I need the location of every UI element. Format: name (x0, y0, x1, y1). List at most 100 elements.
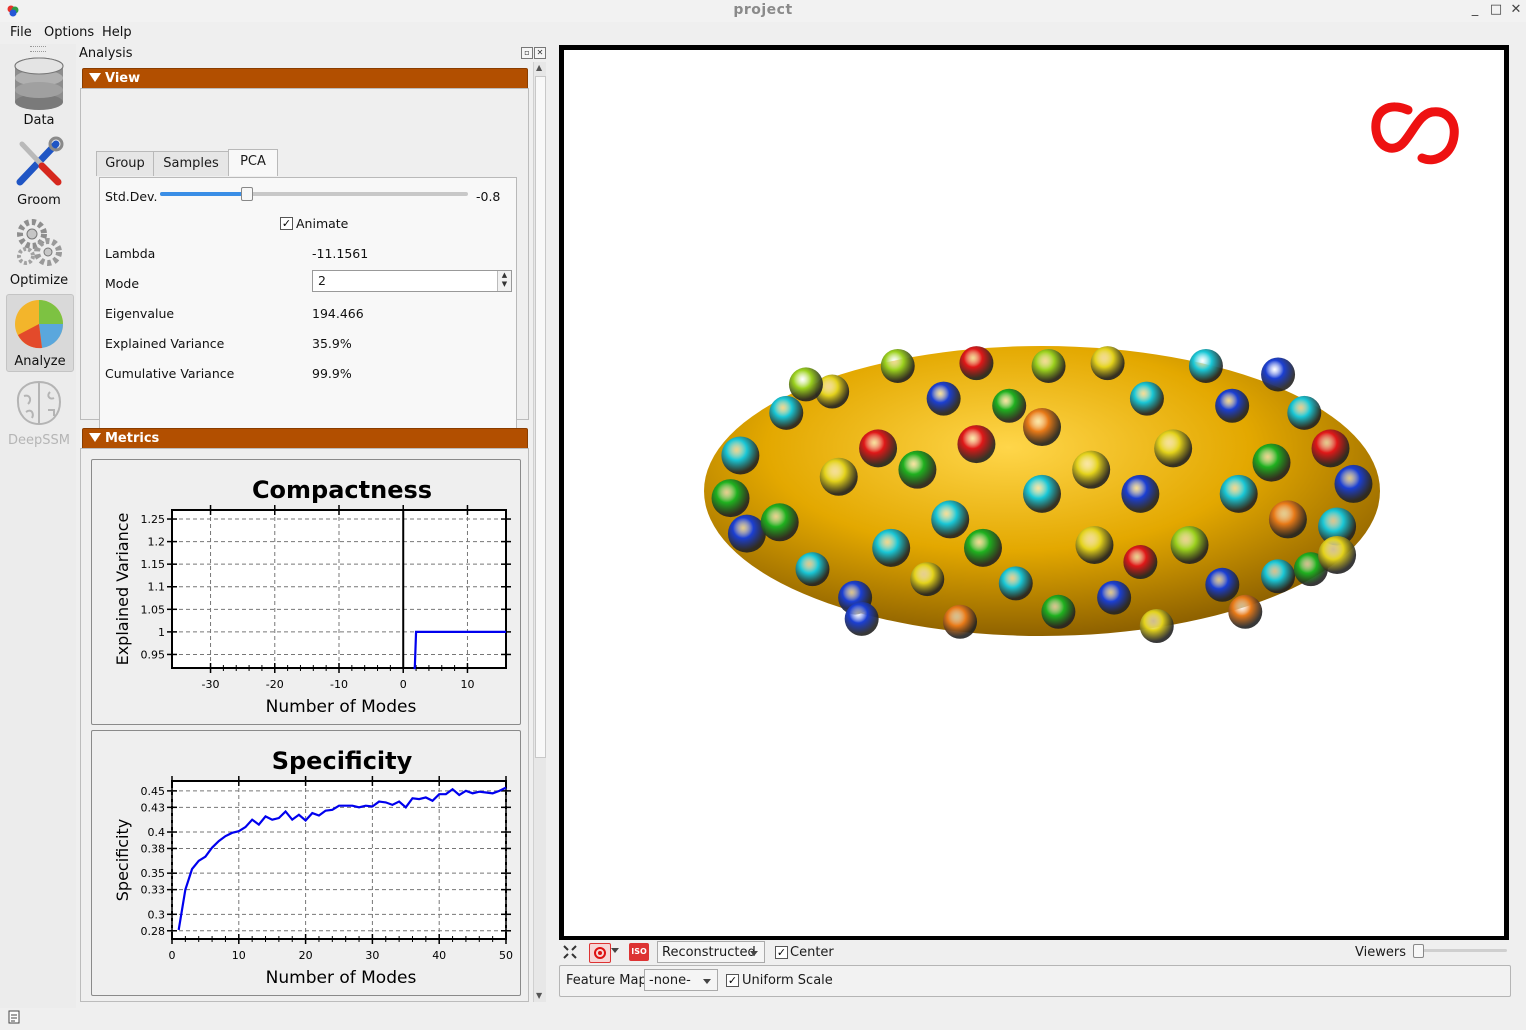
y-tick-label: 0.3 (148, 908, 166, 921)
feature-map-combo[interactable]: -none- (644, 969, 718, 991)
specificity-chart-box: Specificity 0 10 20 30 40 50 0.28 0.3 0.33 0.35 0.3… (91, 730, 521, 996)
iso-surface-icon[interactable]: ISO (629, 943, 649, 961)
tab-samples[interactable]: Samples (153, 151, 229, 176)
y-tick-label: 1.15 (141, 558, 166, 571)
toolbar-label-data: Data (23, 113, 55, 128)
x-tick-label: -30 (202, 678, 220, 691)
scroll-thumb[interactable] (535, 76, 546, 758)
toolbar-item-groom[interactable]: Groom (6, 134, 72, 210)
camera-dropdown-icon[interactable] (611, 948, 619, 953)
maximize-icon[interactable]: □ (1487, 2, 1505, 17)
x-tick-label: 10 (460, 678, 474, 691)
uniform-scale-label: Uniform Scale (742, 973, 833, 988)
particle-sphere (898, 450, 937, 489)
viewer-toolbar: ISO Reconstructed ✓ Center Viewers (559, 940, 1526, 966)
x-tick-label: 0 (400, 678, 407, 691)
y-axis-label: Explained Variance (113, 513, 132, 666)
3d-viewer[interactable] (559, 45, 1509, 940)
pca-tab-pane: Std.Dev. -0.8 ✓ Animate Lambda -11.1561 … (99, 177, 517, 449)
compactness-chart-box: Compactness -30 -20 -10 0 10 0.95 1 1.05 1.1 1.15 1… (91, 459, 521, 725)
metrics-section-title: Metrics (105, 431, 160, 446)
y-tick-label: 1 (158, 626, 165, 639)
toolbar-label-optimize: Optimize (9, 273, 69, 288)
menu-file[interactable]: File (10, 25, 32, 40)
animate-checkbox[interactable]: ✓ (280, 217, 293, 230)
dock-scrollbar[interactable]: ▲ ▼ (533, 62, 546, 1002)
particle-sphere (1075, 525, 1114, 564)
feature-map-label: Feature Map (566, 973, 647, 988)
y-tick-label: 1.2 (148, 536, 166, 549)
toolbar-label-groom: Groom (17, 193, 61, 208)
toolbar-item-analyze[interactable]: Analyze (6, 294, 74, 372)
viewer-canvas[interactable] (564, 50, 1504, 936)
particle-sphere (1318, 535, 1357, 574)
dock-title: Analysis (79, 46, 133, 61)
metrics-section-header[interactable]: Metrics (82, 428, 528, 450)
tab-group[interactable]: Group (96, 151, 154, 176)
viewers-slider[interactable] (1413, 944, 1507, 958)
y-axis-label: Specificity (113, 819, 132, 901)
particle-sphere (957, 425, 996, 464)
chevron-down-icon (750, 951, 758, 956)
particle-sphere (1287, 395, 1322, 430)
particle-sphere (1261, 357, 1296, 392)
scroll-up-icon[interactable]: ▲ (536, 63, 542, 72)
uniform-scale-checkbox[interactable]: ✓ (726, 974, 739, 987)
std-dev-slider[interactable] (160, 187, 468, 201)
view-section-header[interactable]: View (82, 68, 528, 90)
scroll-down-icon[interactable]: ▼ (536, 991, 542, 1000)
feature-bar: Feature Map -none- ✓ Uniform Scale (559, 965, 1511, 997)
toolbar-item-optimize[interactable]: Optimize (6, 214, 72, 290)
tab-pca[interactable]: PCA (228, 149, 278, 176)
slider-handle[interactable] (241, 187, 254, 201)
particle-sphere (943, 604, 978, 639)
close-icon[interactable]: ✕ (1507, 2, 1525, 17)
particle-sphere (1170, 525, 1209, 564)
dock-float-icon[interactable]: ▫ (521, 47, 533, 59)
particle-sphere (788, 367, 823, 402)
viewers-slider-handle[interactable] (1413, 944, 1424, 958)
particle-sphere (992, 388, 1027, 423)
mode-spinbox[interactable]: 2 ▲ ▼ (312, 270, 512, 292)
particle-sphere (1268, 500, 1307, 539)
x-tick-label: 10 (232, 949, 246, 962)
display-mode-combo[interactable]: Reconstructed (657, 941, 765, 963)
view-section-title: View (105, 71, 141, 86)
center-checkbox[interactable]: ✓ (775, 946, 788, 959)
camera-icon[interactable] (589, 943, 611, 963)
shapeworks-logo-icon (1371, 102, 1459, 165)
metrics-panel: Compactness -30 -20 -10 0 10 0.95 1 1.05 1.1 1.15 1… (80, 448, 529, 1002)
toolbar-item-deepssm[interactable]: DeepSSM (6, 374, 72, 450)
log-icon[interactable] (8, 1010, 20, 1024)
particle-sphere (872, 528, 911, 567)
y-tick-label: 0.45 (141, 785, 166, 798)
minimize-icon[interactable]: _ (1466, 2, 1484, 17)
lambda-label: Lambda (105, 246, 156, 261)
particle-sphere (1219, 474, 1258, 513)
brain-icon (16, 380, 62, 426)
particle-sphere (721, 436, 760, 475)
toolbar-item-data[interactable]: Data (6, 54, 72, 130)
particle-sphere (910, 562, 945, 597)
analysis-dock: Analysis ▫ ✕ View Group Samples PCA Std.… (77, 44, 547, 1002)
menu-help[interactable]: Help (102, 25, 132, 40)
particle-sphere (1090, 346, 1125, 381)
dock-close-icon[interactable]: ✕ (534, 47, 546, 59)
x-axis-label: Number of Modes (266, 968, 417, 988)
std-dev-value: -0.8 (476, 189, 501, 204)
cumulative-variance-value: 99.9% (312, 366, 352, 381)
cumulative-variance-label: Cumulative Variance (105, 366, 235, 381)
autoview-icon[interactable] (563, 945, 577, 959)
menu-options[interactable]: Options (44, 25, 94, 40)
particle-sphere (931, 500, 970, 539)
collapse-triangle-icon (89, 73, 101, 82)
toolbar-grip[interactable] (30, 46, 46, 52)
y-tick-label: 0.35 (141, 867, 166, 880)
spin-arrows-icon[interactable]: ▲ ▼ (497, 271, 511, 291)
particle-sphere (1205, 567, 1240, 602)
particle-sphere (795, 552, 830, 587)
y-tick-label: 0.43 (141, 801, 166, 814)
x-tick-label: 20 (299, 949, 313, 962)
x-tick-label: 40 (432, 949, 446, 962)
feature-map-value: -none- (649, 973, 691, 988)
